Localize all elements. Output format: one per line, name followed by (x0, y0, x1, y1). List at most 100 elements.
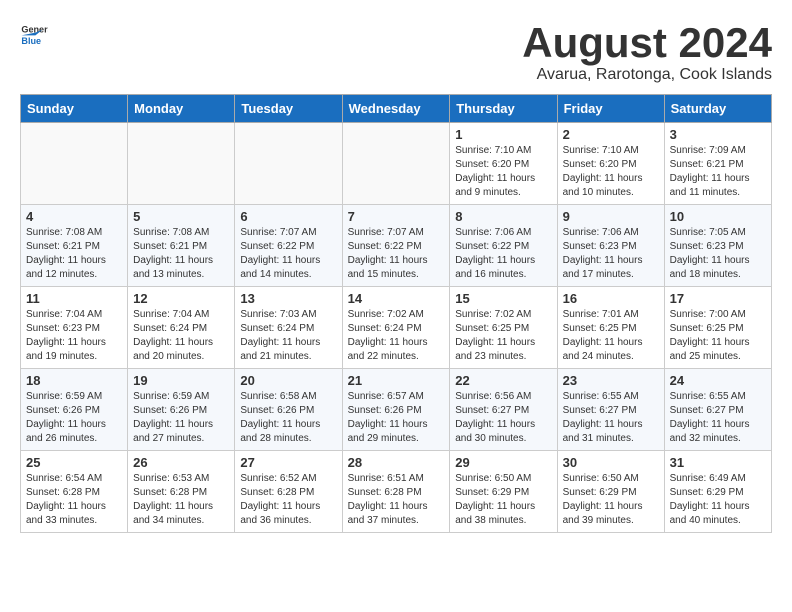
calendar-cell: 19 Sunrise: 6:59 AM Sunset: 6:26 PM Dayli… (128, 369, 235, 451)
calendar-cell: 25Sunrise: 6:54 AM Sunset: 6:28 PM Dayli… (21, 451, 128, 533)
day-info: Sunrise: 6:57 AM Sunset: 6:26 PM Dayligh… (348, 390, 445, 446)
calendar-cell: 18Sunrise: 6:59 AM Sunset: 6:26 PM Dayli… (21, 369, 128, 451)
calendar-cell: 2 Sunrise: 7:10 AM Sunset: 6:20 PM Daylig… (557, 123, 664, 205)
calendar-cell: 12Sunrise: 7:04 AM Sunset: 6:24 PM Dayli… (128, 287, 235, 369)
calendar-cell (21, 123, 128, 205)
calendar-week-row: 4 Sunrise: 7:08 AM Sunset: 6:21 PM Daylig… (21, 205, 772, 287)
calendar-cell: 4 Sunrise: 7:08 AM Sunset: 6:21 PM Daylig… (21, 205, 128, 287)
day-info: Sunrise: 7:07 AM Sunset: 6:22 PM Dayligh… (348, 226, 445, 282)
calendar-cell: 30Sunrise: 6:50 AM Sunset: 6:29 PM Dayli… (557, 451, 664, 533)
calendar-cell: 5 Sunrise: 7:08 AM Sunset: 6:21 PM Daylig… (128, 205, 235, 287)
day-info: Sunrise: 7:08 AM Sunset: 6:21 PM Dayligh… (26, 226, 122, 282)
day-number: 14 (348, 291, 445, 306)
logo-icon: General Blue (20, 20, 48, 48)
calendar-header-row: SundayMondayTuesdayWednesdayThursdayFrid… (21, 95, 772, 123)
calendar-cell: 24 Sunrise: 6:55 AM Sunset: 6:27 PM Dayli… (664, 369, 771, 451)
calendar-cell (128, 123, 235, 205)
svg-text:Blue: Blue (21, 36, 41, 46)
calendar-cell: 14Sunrise: 7:02 AM Sunset: 6:24 PM Dayli… (342, 287, 450, 369)
day-number: 5 (133, 209, 229, 224)
day-info: Sunrise: 6:50 AM Sunset: 6:29 PM Dayligh… (455, 472, 551, 528)
calendar-body: 1 Sunrise: 7:10 AM Sunset: 6:20 PM Daylig… (21, 123, 772, 533)
calendar-cell: 17 Sunrise: 7:00 AM Sunset: 6:25 PM Dayli… (664, 287, 771, 369)
day-info: Sunrise: 7:10 AM Sunset: 6:20 PM Dayligh… (563, 144, 659, 200)
day-header: Tuesday (235, 95, 342, 123)
header: General Blue August 2024 Avarua, Raroton… (20, 20, 772, 84)
calendar-week-row: 11 Sunrise: 7:04 AM Sunset: 6:23 PM Dayli… (21, 287, 772, 369)
day-info: Sunrise: 7:06 AM Sunset: 6:23 PM Dayligh… (563, 226, 659, 282)
logo: General Blue (20, 20, 48, 48)
day-number: 27 (240, 455, 336, 470)
day-number: 15 (455, 291, 551, 306)
day-info: Sunrise: 6:58 AM Sunset: 6:26 PM Dayligh… (240, 390, 336, 446)
calendar-cell: 1 Sunrise: 7:10 AM Sunset: 6:20 PM Daylig… (450, 123, 557, 205)
calendar-cell: 29 Sunrise: 6:50 AM Sunset: 6:29 PM Dayli… (450, 451, 557, 533)
calendar-cell: 26Sunrise: 6:53 AM Sunset: 6:28 PM Dayli… (128, 451, 235, 533)
day-header: Saturday (664, 95, 771, 123)
day-number: 4 (26, 209, 122, 224)
calendar-cell: 31Sunrise: 6:49 AM Sunset: 6:29 PM Dayli… (664, 451, 771, 533)
day-info: Sunrise: 6:56 AM Sunset: 6:27 PM Dayligh… (455, 390, 551, 446)
day-number: 10 (670, 209, 766, 224)
day-number: 17 (670, 291, 766, 306)
day-number: 3 (670, 127, 766, 142)
calendar-cell: 28 Sunrise: 6:51 AM Sunset: 6:28 PM Dayli… (342, 451, 450, 533)
calendar-cell (235, 123, 342, 205)
day-info: Sunrise: 6:55 AM Sunset: 6:27 PM Dayligh… (563, 390, 659, 446)
day-number: 13 (240, 291, 336, 306)
calendar-cell: 22 Sunrise: 6:56 AM Sunset: 6:27 PM Dayli… (450, 369, 557, 451)
day-info: Sunrise: 7:07 AM Sunset: 6:22 PM Dayligh… (240, 226, 336, 282)
day-info: Sunrise: 7:10 AM Sunset: 6:20 PM Dayligh… (455, 144, 551, 200)
subtitle: Avarua, Rarotonga, Cook Islands (522, 66, 772, 84)
day-number: 19 (133, 373, 229, 388)
day-number: 1 (455, 127, 551, 142)
day-info: Sunrise: 7:09 AM Sunset: 6:21 PM Dayligh… (670, 144, 766, 200)
calendar-week-row: 18 Sunrise: 6:59 AM Sunset: 6:26 PM Dayli… (21, 369, 772, 451)
calendar-cell: 15 Sunrise: 7:02 AM Sunset: 6:25 PM Dayli… (450, 287, 557, 369)
day-header: Monday (128, 95, 235, 123)
day-number: 7 (348, 209, 445, 224)
calendar-cell: 21 Sunrise: 6:57 AM Sunset: 6:26 PM Dayli… (342, 369, 450, 451)
day-number: 28 (348, 455, 445, 470)
calendar-cell: 16Sunrise: 7:01 AM Sunset: 6:25 PM Dayli… (557, 287, 664, 369)
day-number: 6 (240, 209, 336, 224)
day-number: 29 (455, 455, 551, 470)
title-area: August 2024 Avarua, Rarotonga, Cook Isla… (522, 20, 772, 84)
calendar-cell: 27 Sunrise: 6:52 AM Sunset: 6:28 PM Dayli… (235, 451, 342, 533)
day-info: Sunrise: 6:52 AM Sunset: 6:28 PM Dayligh… (240, 472, 336, 528)
calendar-cell: 11 Sunrise: 7:04 AM Sunset: 6:23 PM Dayli… (21, 287, 128, 369)
day-number: 8 (455, 209, 551, 224)
day-number: 11 (26, 291, 122, 306)
day-info: Sunrise: 7:04 AM Sunset: 6:23 PM Dayligh… (26, 308, 122, 364)
calendar-week-row: 1 Sunrise: 7:10 AM Sunset: 6:20 PM Daylig… (21, 123, 772, 205)
calendar-week-row: 25Sunrise: 6:54 AM Sunset: 6:28 PM Dayli… (21, 451, 772, 533)
day-info: Sunrise: 7:06 AM Sunset: 6:22 PM Dayligh… (455, 226, 551, 282)
day-number: 2 (563, 127, 659, 142)
calendar-cell: 6 Sunrise: 7:07 AM Sunset: 6:22 PM Daylig… (235, 205, 342, 287)
day-info: Sunrise: 7:04 AM Sunset: 6:24 PM Dayligh… (133, 308, 229, 364)
day-info: Sunrise: 6:59 AM Sunset: 6:26 PM Dayligh… (133, 390, 229, 446)
calendar-cell: 9 Sunrise: 7:06 AM Sunset: 6:23 PM Daylig… (557, 205, 664, 287)
day-info: Sunrise: 6:55 AM Sunset: 6:27 PM Dayligh… (670, 390, 766, 446)
day-info: Sunrise: 6:53 AM Sunset: 6:28 PM Dayligh… (133, 472, 229, 528)
day-header: Thursday (450, 95, 557, 123)
calendar-cell: 7 Sunrise: 7:07 AM Sunset: 6:22 PM Daylig… (342, 205, 450, 287)
day-info: Sunrise: 7:03 AM Sunset: 6:24 PM Dayligh… (240, 308, 336, 364)
day-info: Sunrise: 7:00 AM Sunset: 6:25 PM Dayligh… (670, 308, 766, 364)
day-number: 21 (348, 373, 445, 388)
calendar-cell: 3 Sunrise: 7:09 AM Sunset: 6:21 PM Daylig… (664, 123, 771, 205)
day-info: Sunrise: 7:08 AM Sunset: 6:21 PM Dayligh… (133, 226, 229, 282)
day-info: Sunrise: 7:05 AM Sunset: 6:23 PM Dayligh… (670, 226, 766, 282)
day-info: Sunrise: 6:51 AM Sunset: 6:28 PM Dayligh… (348, 472, 445, 528)
day-number: 22 (455, 373, 551, 388)
day-number: 20 (240, 373, 336, 388)
calendar-cell: 10 Sunrise: 7:05 AM Sunset: 6:23 PM Dayli… (664, 205, 771, 287)
day-number: 9 (563, 209, 659, 224)
day-info: Sunrise: 7:02 AM Sunset: 6:25 PM Dayligh… (455, 308, 551, 364)
month-title: August 2024 (522, 20, 772, 66)
day-info: Sunrise: 6:49 AM Sunset: 6:29 PM Dayligh… (670, 472, 766, 528)
day-number: 18 (26, 373, 122, 388)
day-number: 24 (670, 373, 766, 388)
calendar-table: SundayMondayTuesdayWednesdayThursdayFrid… (20, 94, 772, 533)
day-number: 25 (26, 455, 122, 470)
